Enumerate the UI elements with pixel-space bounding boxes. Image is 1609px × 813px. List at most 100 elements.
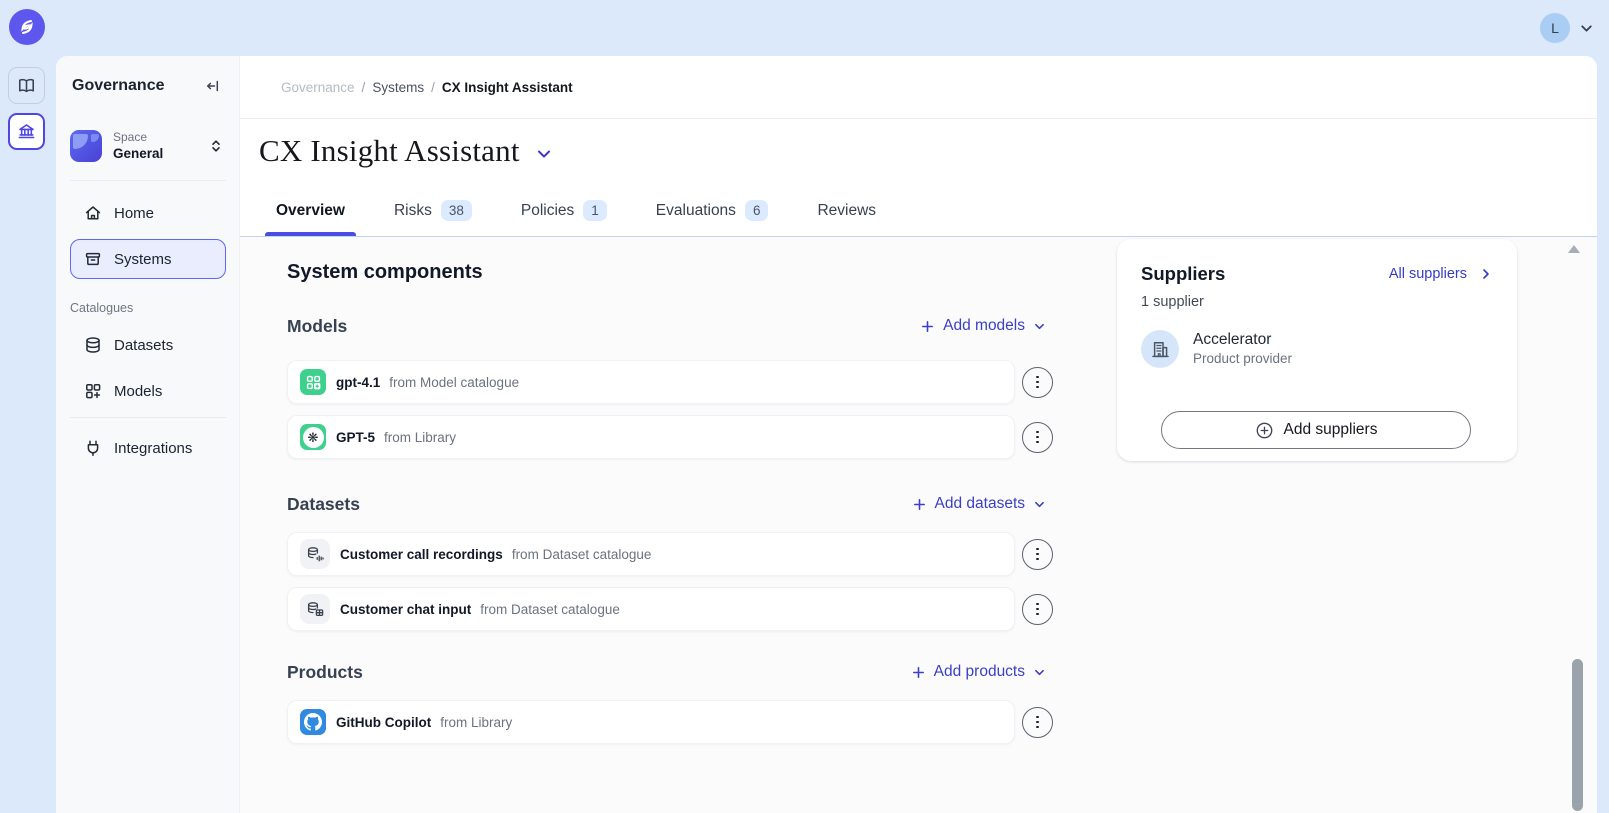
app-logo[interactable] <box>9 9 45 45</box>
dataset-audio-icon <box>300 539 330 569</box>
github-icon <box>300 709 326 735</box>
systems-box-icon <box>83 249 103 269</box>
sidebar-item-label: Models <box>114 383 162 400</box>
chevron-down-icon <box>535 145 553 163</box>
book-icon <box>16 75 37 96</box>
product-name: GitHub Copilot <box>336 715 431 730</box>
add-models-button[interactable]: Add models <box>920 317 1046 335</box>
page-header: CX Insight Assistant Overview Risks 38 P… <box>240 119 1597 237</box>
tab-label: Overview <box>276 202 345 220</box>
row-menu-button[interactable] <box>1022 539 1053 570</box>
space-value: General <box>113 145 208 162</box>
tab-label: Policies <box>521 202 574 220</box>
tab-evaluations[interactable]: Evaluations 6 <box>645 200 780 236</box>
model-row-gpt-5[interactable]: ❋ GPT-5 from Library <box>287 415 1015 459</box>
space-selector[interactable]: Space General <box>70 124 226 181</box>
plus-icon <box>920 319 935 334</box>
add-products-button[interactable]: Add products <box>911 663 1046 681</box>
rail-governance-button[interactable] <box>8 113 45 150</box>
sidebar-item-label: Systems <box>114 251 172 268</box>
breadcrumb-systems[interactable]: Systems <box>372 80 424 95</box>
main-panel: Governance Space General <box>56 56 1597 813</box>
add-datasets-button[interactable]: Add datasets <box>912 495 1046 513</box>
sidebar-item-datasets[interactable]: Datasets <box>70 325 226 365</box>
sidebar-collapse-button[interactable] <box>204 77 222 95</box>
row-menu-button[interactable] <box>1022 707 1053 738</box>
models-grid-plus-icon <box>83 381 103 401</box>
breadcrumb-separator: / <box>431 80 435 95</box>
tab-overview[interactable]: Overview <box>265 200 356 236</box>
plus-icon <box>912 497 927 512</box>
supplier-role: Product provider <box>1193 350 1292 368</box>
rail-library-button[interactable] <box>8 67 45 104</box>
sidebar-item-systems[interactable]: Systems <box>70 239 226 279</box>
chevron-up-down-icon <box>208 137 224 155</box>
model-grid-icon <box>300 369 326 395</box>
sidebar-item-home[interactable]: Home <box>70 193 226 233</box>
all-suppliers-link[interactable]: All suppliers <box>1389 266 1493 282</box>
home-icon <box>83 203 103 223</box>
dataset-source: from Dataset catalogue <box>512 547 652 562</box>
dataset-row-call-recordings[interactable]: Customer call recordings from Dataset ca… <box>287 532 1015 576</box>
suppliers-heading: Suppliers <box>1141 263 1225 285</box>
dataset-row: Customer chat input from Dataset catalog… <box>287 587 1054 631</box>
chevron-down-icon <box>1033 666 1046 679</box>
model-row: ❋ GPT-5 from Library <box>287 415 1054 459</box>
datasets-heading: Datasets <box>287 494 360 515</box>
tab-badge: 6 <box>745 200 769 221</box>
sidebar-section-label: Catalogues <box>70 301 239 315</box>
scrollbar-up-button[interactable] <box>1568 245 1580 253</box>
model-name: GPT-5 <box>336 430 375 445</box>
dataset-table-icon <box>300 594 330 624</box>
tab-policies[interactable]: Policies 1 <box>510 200 618 236</box>
tab-reviews[interactable]: Reviews <box>806 200 887 236</box>
product-source: from Library <box>440 715 512 730</box>
collapse-sidebar-icon <box>204 77 222 95</box>
tab-badge: 38 <box>441 200 472 221</box>
sidebar-title: Governance <box>72 77 164 95</box>
sidebar-item-label: Home <box>114 205 154 222</box>
scrollbar-thumb[interactable] <box>1572 659 1583 811</box>
dataset-row: Customer call recordings from Dataset ca… <box>287 532 1054 576</box>
sidebar-item-label: Integrations <box>114 440 192 457</box>
supplier-name: Accelerator <box>1193 330 1292 350</box>
plus-icon <box>911 665 926 680</box>
sidebar-item-label: Datasets <box>114 337 173 354</box>
chevron-down-icon <box>1033 498 1046 511</box>
suppliers-card: Suppliers All suppliers 1 supplier <box>1117 239 1517 461</box>
chevron-right-icon <box>1479 267 1493 281</box>
database-icon <box>83 335 103 355</box>
dataset-row-chat-input[interactable]: Customer chat input from Dataset catalog… <box>287 587 1015 631</box>
model-name: gpt-4.1 <box>336 375 380 390</box>
breadcrumb-governance[interactable]: Governance <box>281 80 355 95</box>
user-avatar[interactable]: L <box>1540 13 1570 43</box>
dataset-name: Customer chat input <box>340 602 471 617</box>
model-row-gpt-4-1[interactable]: gpt-4.1 from Model catalogue <box>287 360 1015 404</box>
sidebar-item-integrations[interactable]: Integrations <box>70 428 226 468</box>
breadcrumb: Governance / Systems / CX Insight Assist… <box>240 56 1597 119</box>
openai-icon: ❋ <box>300 424 326 450</box>
logo-swoosh-icon <box>16 16 38 38</box>
app-window: L <box>0 0 1609 813</box>
model-source: from Library <box>384 430 456 445</box>
supplier-item[interactable]: Accelerator Product provider <box>1141 330 1493 368</box>
sidebar: Governance Space General <box>56 56 240 813</box>
tab-risks[interactable]: Risks 38 <box>383 200 483 236</box>
tab-label: Evaluations <box>656 202 736 220</box>
chevron-down-icon <box>1578 20 1595 37</box>
space-icon <box>70 130 102 162</box>
row-menu-button[interactable] <box>1022 367 1053 398</box>
avatar-initial: L <box>1551 20 1559 36</box>
sidebar-divider <box>70 417 226 418</box>
product-row-github-copilot[interactable]: GitHub Copilot from Library <box>287 700 1015 744</box>
page-title: CX Insight Assistant <box>259 133 520 169</box>
row-menu-button[interactable] <box>1022 594 1053 625</box>
sidebar-item-models[interactable]: Models <box>70 371 226 411</box>
row-menu-button[interactable] <box>1022 422 1053 453</box>
page-title-dropdown[interactable]: CX Insight Assistant <box>259 133 1597 169</box>
tab-badge: 1 <box>583 200 607 221</box>
account-menu-button[interactable] <box>1578 20 1595 37</box>
tab-label: Reviews <box>817 202 876 220</box>
overview-scroll-area: System components Models Add models <box>240 237 1597 813</box>
add-suppliers-button[interactable]: Add suppliers <box>1161 411 1471 449</box>
